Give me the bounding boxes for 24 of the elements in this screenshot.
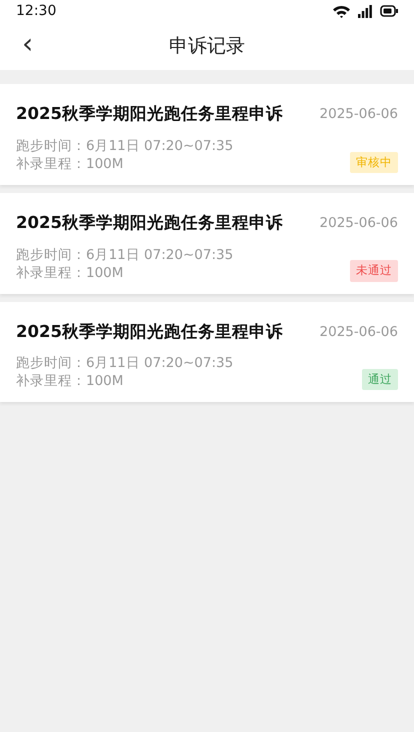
record-date: 2025-06-06 <box>320 214 398 233</box>
back-button[interactable]: ‹ <box>18 30 38 58</box>
run-time-text: 跑步时间：6月11日 07:20~07:35 <box>16 246 234 264</box>
status-time: 12:30 <box>16 2 56 20</box>
status-tag: 未通过 <box>350 260 398 282</box>
distance-text: 补录里程：100M <box>16 372 124 390</box>
distance-text: 补录里程：100M <box>16 264 124 282</box>
record-title: 2025秋季学期阳光跑任务里程申诉 <box>16 320 283 342</box>
record-date: 2025-06-06 <box>320 322 398 342</box>
run-time-text: 跑步时间：6月11日 07:20~07:35 <box>16 136 234 155</box>
record-card[interactable]: 2025秋季学期阳光跑任务里程申诉 2025-06-06 跑步时间：6月11日 07:20~07:35 补录里程：100M 未通过 <box>0 192 414 294</box>
distance-text: 补录里程：100M <box>16 154 124 173</box>
battery-icon <box>380 5 398 17</box>
signal-icon <box>358 4 372 18</box>
record-card[interactable]: 2025秋季学期阳光跑任务里程申诉 2025-06-06 跑步时间：6月11日 07:20~07:35 补录里程：100M 通过 <box>0 302 414 402</box>
status-tag: 审核中 <box>350 152 398 173</box>
wifi-icon <box>333 4 350 18</box>
page-title: 申诉记录 <box>169 34 245 59</box>
record-date: 2025-06-06 <box>320 105 398 124</box>
record-title: 2025秋季学期阳光跑任务里程申诉 <box>16 212 283 234</box>
record-card[interactable]: 2025秋季学期阳光跑任务里程申诉 2025-06-06 跑步时间：6月11日 07:20~07:35 补录里程：100M 审核中 <box>0 84 414 185</box>
status-tag: 通过 <box>362 369 398 390</box>
run-time-text: 跑步时间：6月11日 07:20~07:35 <box>16 354 234 372</box>
record-title: 2025秋季学期阳光跑任务里程申诉 <box>16 103 283 125</box>
